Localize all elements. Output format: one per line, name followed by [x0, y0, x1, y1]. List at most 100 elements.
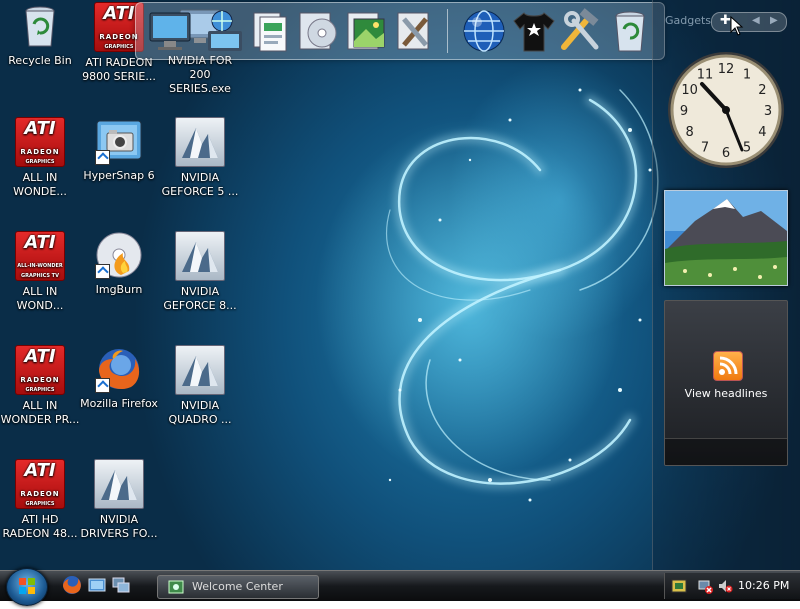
documents-icon — [253, 12, 287, 52]
clock-face-icon: 12 12 3 45678 9 1011 — [668, 52, 784, 168]
quick-launch-show-desktop[interactable] — [88, 576, 106, 594]
view-headlines-link[interactable]: View headlines — [665, 387, 787, 400]
gadgets-label: Gadgets — [665, 14, 712, 27]
pictures-icon — [347, 12, 385, 50]
computer-monitor-icon — [149, 12, 191, 50]
desktop-icon-label: Mozilla Firefox — [80, 397, 158, 410]
shortcut-arrow-icon — [95, 264, 110, 279]
cd-music-icon — [299, 12, 337, 50]
tshirt-icon — [513, 12, 555, 52]
taskbar-window-title: Welcome Center — [192, 580, 283, 593]
dock-item-settings[interactable] — [556, 7, 604, 55]
hammer-wrench-icon — [561, 8, 599, 50]
shortcut-arrow-icon — [95, 150, 110, 165]
desktop-icon-label: ATI HD RADEON 48... — [2, 513, 78, 540]
clock-numeral: 9 — [680, 104, 688, 119]
clock-numeral: 3 — [764, 104, 772, 119]
network-monitor-icon — [208, 10, 242, 51]
rss-feed-icon — [713, 351, 743, 381]
desktop-icon-nvidia-geforce-8[interactable]: NVIDIA GEFORCE 8... — [160, 231, 240, 313]
slideshow-gadget[interactable] — [664, 190, 788, 286]
network-status-icon[interactable] — [697, 578, 713, 594]
disc-flame-icon — [95, 231, 143, 279]
clock-numeral: 4 — [758, 125, 766, 140]
ati-radeon-icon: ATI RADEON GRAPHICS — [15, 345, 65, 395]
desktop-icon-label: ImgBurn — [95, 283, 143, 296]
ati-radeon-icon: ATI RADEON GRAPHICS — [15, 117, 65, 167]
mountain-photo-icon — [665, 191, 787, 285]
previous-gadget-icon[interactable]: ◀ — [752, 15, 760, 26]
system-tray: 10:26 PM — [664, 573, 800, 599]
desktop-icon-recycle-bin[interactable]: Recycle Bin — [0, 2, 80, 68]
desktop-icon-label: ATI RADEON 9800 SERIE... — [82, 56, 156, 83]
clock-numeral: 10 — [681, 83, 698, 98]
desktop-icon-nvidia-quadro[interactable]: NVIDIA QUADRO ... — [160, 345, 240, 427]
dock-item-network[interactable] — [200, 7, 248, 55]
clock-numeral: 1 — [743, 68, 751, 83]
camera-icon — [95, 117, 143, 165]
dock-item-documents[interactable] — [246, 7, 294, 55]
globe-icon — [463, 10, 505, 52]
desktop-icon-label: NVIDIA FOR 200 SERIES.exe — [167, 54, 233, 95]
dock-item-tshirt[interactable] — [510, 7, 558, 55]
desktop-icon-label: Recycle Bin — [8, 54, 72, 67]
desktop-icon-all-in-wonder-pro[interactable]: ATI RADEON GRAPHICS ALL IN WONDER PR... — [0, 345, 80, 427]
start-button[interactable] — [6, 568, 48, 606]
recycle-bin-icon — [615, 11, 645, 52]
desktop-icon-ati-hd-radeon[interactable]: ATI RADEON GRAPHICS ATI HD RADEON 48... — [0, 459, 80, 541]
desktop-icon-firefox[interactable]: Mozilla Firefox — [79, 345, 159, 411]
gadget-controls: ✚ ◀ ▶ — [711, 12, 787, 32]
dock-item-computer[interactable] — [148, 7, 196, 55]
quick-launch-firefox[interactable] — [62, 575, 82, 595]
feed-footer — [665, 438, 787, 465]
mouse-pointer-icon — [730, 16, 744, 36]
nvidia-driver-icon — [94, 459, 144, 509]
dock-bar — [135, 2, 665, 60]
welcome-center-icon — [168, 580, 184, 594]
clock-numeral: 8 — [685, 125, 693, 140]
desktop-icon-all-in-wonder-2[interactable]: ATI ALL-IN-WONDER GRAPHICS TV ALL IN WOND.… — [0, 231, 80, 313]
tools-icon — [397, 12, 429, 50]
volume-muted-icon[interactable] — [717, 578, 733, 594]
switch-windows-icon — [112, 577, 130, 593]
firefox-icon — [63, 576, 81, 594]
desktop-icon-label: ALL IN WONDER PR... — [0, 399, 80, 426]
desktop-icon-imgburn[interactable]: ImgBurn — [79, 231, 159, 297]
recycle-bin-icon — [16, 2, 64, 50]
ati-all-in-wonder-icon: ATI ALL-IN-WONDER GRAPHICS TV — [15, 231, 65, 281]
desktop-icon-all-in-wonder-1[interactable]: ATI RADEON GRAPHICS ALL IN WONDE... — [0, 117, 80, 199]
clock-time[interactable]: 10:26 PM — [738, 579, 789, 592]
wallpaper-swirl — [385, 88, 659, 502]
language-bar-icon[interactable] — [671, 578, 687, 594]
dock-item-music[interactable] — [294, 7, 342, 55]
desktop-icon-nvidia-drivers[interactable]: NVIDIA DRIVERS FO... — [79, 459, 159, 541]
clock-numeral: 12 — [718, 62, 735, 77]
clock-gadget[interactable]: 12 1 2 3 4 5 6 7 8 9 10 11 — [666, 48, 786, 174]
taskbar-window-button[interactable]: Welcome Center — [157, 575, 319, 599]
dock-item-tools[interactable] — [390, 7, 438, 55]
dock-separator — [447, 9, 448, 53]
desktop-icon-label: ALL IN WONDE... — [13, 171, 67, 198]
desktop-icon-hypersnap[interactable]: HyperSnap 6 — [79, 117, 159, 183]
dock-item-internet[interactable] — [460, 7, 508, 55]
next-gadget-icon[interactable]: ▶ — [770, 15, 778, 26]
clock-numeral: 11 — [697, 68, 714, 83]
dock-item-recycle-bin[interactable] — [606, 7, 654, 55]
show-desktop-icon — [88, 578, 106, 592]
quick-launch-switch-windows[interactable] — [112, 576, 130, 594]
clock-numeral: 5 — [743, 140, 751, 155]
clock-numeral: 2 — [758, 83, 766, 98]
nvidia-driver-icon — [175, 117, 225, 167]
dock-item-pictures[interactable] — [342, 7, 390, 55]
desktop: Recycle Bin ATI RADEON GRAPHICS ALL IN WON… — [0, 0, 800, 600]
desktop-icon-nvidia-geforce-5[interactable]: NVIDIA GEFORCE 5 ... — [160, 117, 240, 199]
shortcut-arrow-icon — [95, 378, 110, 393]
feed-headlines-gadget[interactable]: View headlines — [664, 300, 788, 466]
firefox-icon — [95, 345, 143, 393]
desktop-icon-label: NVIDIA DRIVERS FO... — [80, 513, 158, 540]
taskbar: Welcome Center 10:26 PM — [0, 568, 800, 606]
clock-numeral: 7 — [701, 140, 709, 155]
clock-numeral: 6 — [722, 146, 730, 161]
desktop-icon-label: NVIDIA QUADRO ... — [168, 399, 232, 426]
ati-radeon-icon: ATI RADEON GRAPHICS — [15, 459, 65, 509]
